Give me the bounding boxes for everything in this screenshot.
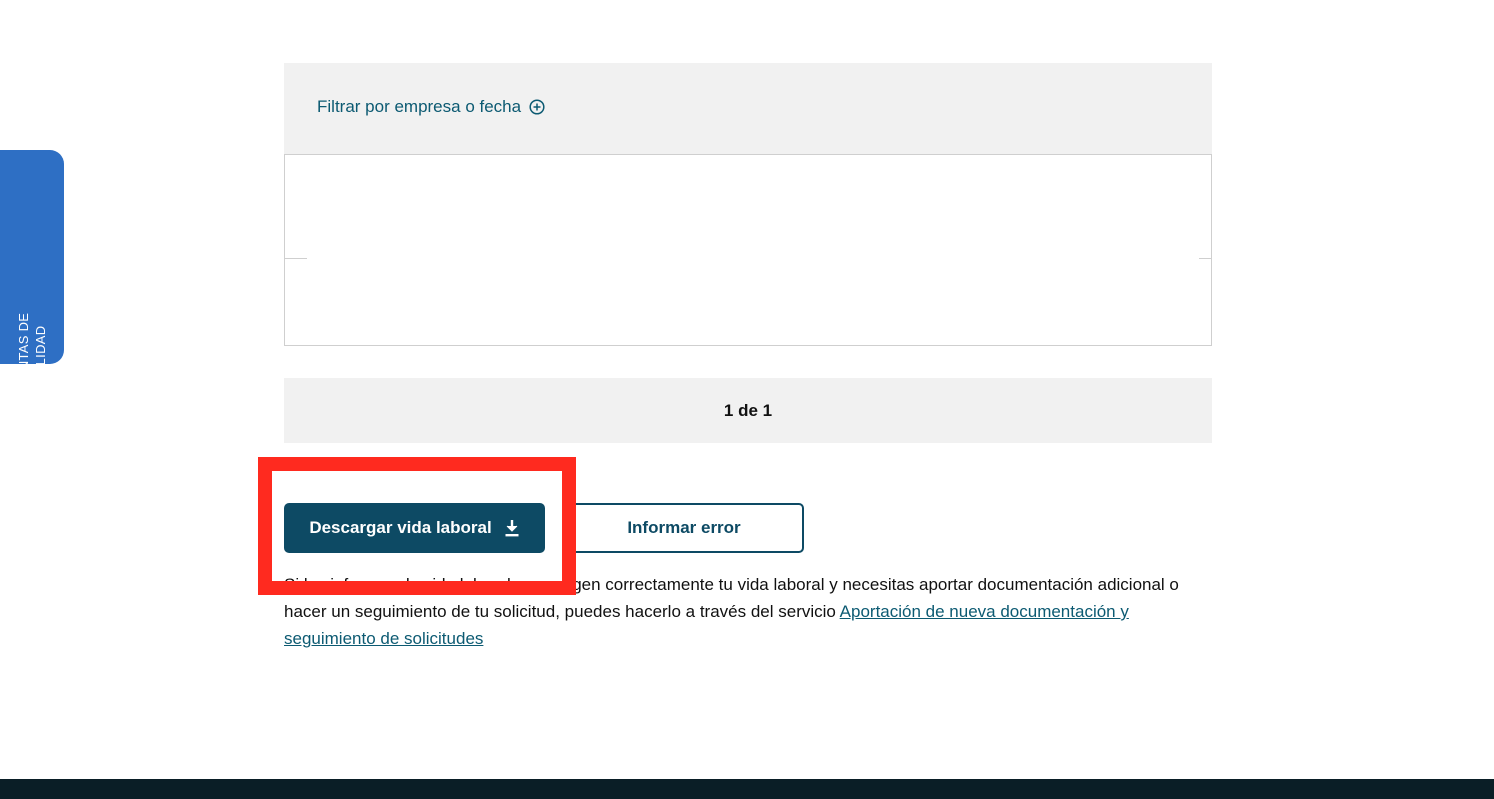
pagination-bar: 1 de 1 (284, 378, 1212, 443)
accessibility-tab-line2: ACCESIBILIDAD (33, 325, 48, 429)
results-container (284, 154, 1212, 346)
filter-toggle-label: Filtrar por empresa o fecha (317, 97, 522, 116)
accessibility-icon (5, 464, 46, 492)
divider-left (285, 258, 307, 259)
filter-panel: Filtrar por empresa o fecha (284, 63, 1212, 154)
download-work-history-button[interactable]: Descargar vida laboral (284, 503, 545, 553)
pagination-label: 1 de 1 (723, 400, 773, 420)
filter-toggle-link[interactable]: Filtrar por empresa o fecha (317, 97, 545, 117)
plus-circle-icon (529, 99, 545, 115)
report-error-button[interactable]: Informar error (564, 503, 804, 553)
caret-left-icon (52, 404, 62, 410)
accessibility-tools-tab[interactable]: HERRAMIENTAS DE ACCESIBILIDAD (0, 150, 64, 492)
download-button-label: Descargar vida laboral (309, 518, 492, 537)
info-paragraph: Si los informes de vida laboral no recog… (284, 571, 1214, 652)
accessibility-tab-label: HERRAMIENTAS DE ACCESIBILIDAD (15, 287, 49, 467)
accessibility-tab-line1: HERRAMIENTAS DE (16, 312, 31, 442)
divider-right (1199, 258, 1211, 259)
report-error-label: Informar error (627, 518, 741, 537)
download-icon (505, 520, 519, 537)
footer-bar (0, 779, 1494, 799)
